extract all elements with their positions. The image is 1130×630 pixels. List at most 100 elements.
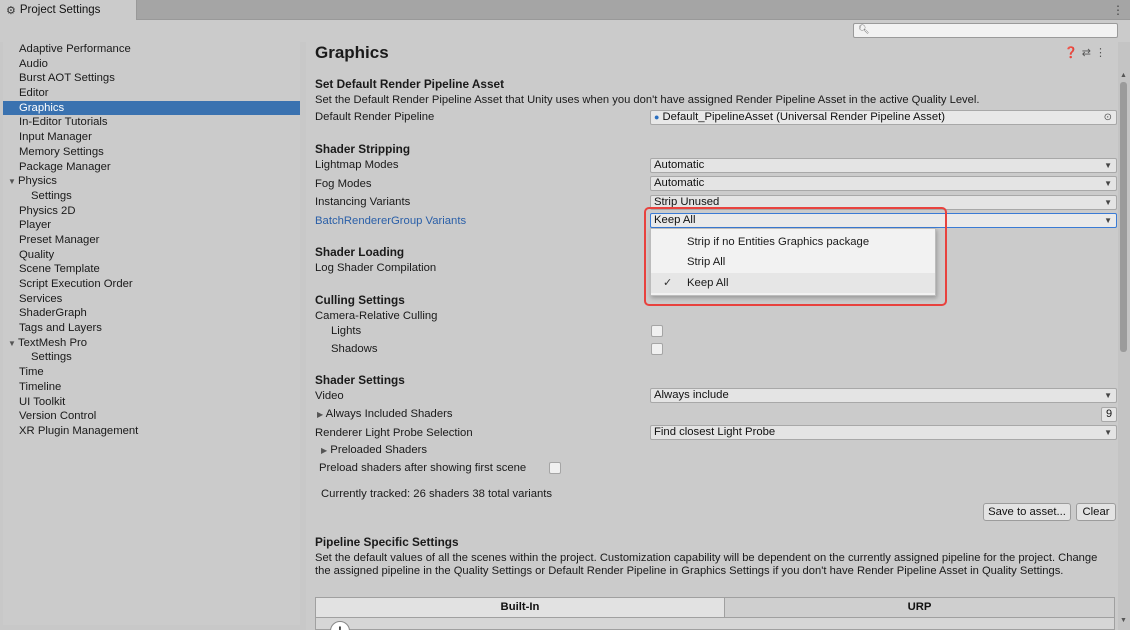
light-probe-dropdown[interactable]: Find closest Light Probe ▼ <box>650 425 1117 440</box>
pipeline-specific-description: Set the default values of all the scenes… <box>315 552 1098 577</box>
sidebar-item[interactable]: Timeline <box>3 380 300 395</box>
sidebar-item[interactable]: UI Toolkit <box>3 395 300 410</box>
chevron-down-icon: ▼ <box>1104 391 1112 400</box>
project-settings-tab[interactable]: ⚙ Project Settings <box>0 0 137 20</box>
sidebar-item[interactable]: Settings <box>3 350 300 365</box>
search-input[interactable]: 🔍︎ <box>853 23 1118 38</box>
tab-urp[interactable]: URP <box>725 598 1114 617</box>
sidebar-item-label: Scene Template <box>19 263 100 276</box>
sidebar-item[interactable]: Quality <box>3 248 300 263</box>
sidebar-item-label: Version Control <box>19 410 97 423</box>
pipeline-specific-heading: Pipeline Specific Settings <box>315 535 459 549</box>
sidebar-item-label: XR Plugin Management <box>19 424 139 437</box>
scroll-up-icon[interactable]: ▲ <box>1120 72 1127 79</box>
pipeline-tab-body: ! <box>315 618 1115 630</box>
preload-after-checkbox[interactable] <box>549 462 561 474</box>
always-included-count[interactable]: 9 <box>1101 407 1117 422</box>
foldout-arrow-icon[interactable]: ▼ <box>8 175 18 190</box>
lights-label: Lights <box>331 325 362 337</box>
sidebar-item-label: Quality <box>19 248 55 261</box>
sidebar-item-label: Graphics <box>19 101 65 114</box>
lightmap-modes-dropdown[interactable]: Automatic ▼ <box>650 158 1117 173</box>
always-included-foldout[interactable]: ▶ Always Included Shaders <box>317 408 453 420</box>
clear-button[interactable]: Clear <box>1076 503 1116 521</box>
sidebar-item-label: Preset Manager <box>19 233 100 246</box>
sidebar-item[interactable]: Input Manager <box>3 130 300 145</box>
fog-modes-dropdown[interactable]: Automatic ▼ <box>650 176 1117 191</box>
sidebar-item[interactable]: Preset Manager <box>3 233 300 248</box>
sidebar-item-label: TextMesh Pro <box>18 336 88 349</box>
light-probe-value: Find closest Light Probe <box>654 426 776 438</box>
render-pipeline-description: Set the Default Render Pipeline Asset th… <box>315 94 980 106</box>
tab-title: Project Settings <box>19 4 101 16</box>
chevron-down-icon: ▼ <box>1104 198 1112 207</box>
sidebar-item[interactable]: Time <box>3 365 300 380</box>
main-scrollbar[interactable]: ▲ ▼ <box>1118 42 1130 630</box>
sidebar-item[interactable]: Burst AOT Settings <box>3 71 300 86</box>
help-icons: ❓⇄⋮ <box>1064 46 1110 59</box>
search-icon: 🔍︎ <box>858 24 870 34</box>
preset-icon[interactable]: ⇄ <box>1082 47 1095 59</box>
always-included-label: Always Included Shaders <box>325 408 453 420</box>
sidebar-item[interactable]: Tags and Layers <box>3 321 300 336</box>
tracked-shaders-text: Currently tracked: 26 shaders 38 total v… <box>321 488 553 500</box>
sidebar-item[interactable]: Scene Template <box>3 262 300 277</box>
sidebar-item-label: Physics 2D <box>19 204 76 217</box>
preload-after-label: Preload shaders after showing first scen… <box>319 462 527 474</box>
sidebar-item[interactable]: In-Editor Tutorials <box>3 115 300 130</box>
sidebar-item[interactable]: Settings <box>3 189 300 204</box>
shader-loading-heading: Shader Loading <box>315 245 405 259</box>
camera-relative-culling-label: Camera-Relative Culling <box>315 310 438 322</box>
sidebar-item-label: Burst AOT Settings <box>19 72 115 85</box>
foldout-arrow-icon[interactable]: ▼ <box>8 337 18 352</box>
default-render-pipeline-field[interactable]: ● Default_PipelineAsset (Universal Render… <box>650 110 1117 125</box>
sidebar-item-label: Services <box>19 292 63 305</box>
default-render-pipeline-label: Default Render Pipeline <box>315 111 435 123</box>
save-to-asset-button[interactable]: Save to asset... <box>983 503 1071 521</box>
sidebar-item-label: In-Editor Tutorials <box>19 116 108 129</box>
shader-stripping-heading: Shader Stripping <box>315 142 411 156</box>
scroll-thumb[interactable] <box>1120 82 1127 352</box>
sidebar-item[interactable]: ShaderGraph <box>3 306 300 321</box>
lights-checkbox[interactable] <box>651 325 663 337</box>
culling-settings-heading: Culling Settings <box>315 293 405 307</box>
sidebar-item[interactable]: Editor <box>3 86 300 101</box>
search-row: 🔍︎ <box>0 20 1130 42</box>
asset-icon: ● <box>654 112 660 122</box>
gear-icon: ⚙ <box>6 4 16 17</box>
foldout-arrow-icon: ▶ <box>321 446 328 455</box>
sidebar-item[interactable]: ▼ TextMesh Pro <box>3 336 300 351</box>
fog-modes-label: Fog Modes <box>315 178 372 190</box>
sidebar-item-label: Adaptive Performance <box>19 43 131 55</box>
sidebar-item[interactable]: Adaptive Performance <box>3 42 300 57</box>
sidebar-item[interactable]: Player <box>3 218 300 233</box>
lightmap-modes-label: Lightmap Modes <box>315 159 399 171</box>
sidebar-item[interactable]: Audio <box>3 57 300 72</box>
shadows-checkbox[interactable] <box>651 343 663 355</box>
sidebar-item[interactable]: ▼ Physics <box>3 174 300 189</box>
brg-variants-label: BatchRendererGroup Variants <box>315 215 467 227</box>
preloaded-shaders-foldout[interactable]: ▶ Preloaded Shaders <box>321 444 427 456</box>
window-menu-icon[interactable]: ⋮ <box>1112 3 1124 17</box>
sidebar-item[interactable]: Script Execution Order <box>3 277 300 292</box>
sidebar-item[interactable]: XR Plugin Management <box>3 424 300 439</box>
more-icon[interactable]: ⋮ <box>1095 47 1110 59</box>
sidebar-item[interactable]: Services <box>3 292 300 307</box>
sidebar-item[interactable]: Physics 2D <box>3 204 300 219</box>
sidebar-item[interactable]: Graphics <box>3 100 300 116</box>
scroll-down-icon[interactable]: ▼ <box>1120 617 1127 624</box>
preloaded-shaders-label: Preloaded Shaders <box>330 444 428 456</box>
sidebar-item[interactable]: Version Control <box>3 409 300 424</box>
sidebar-item[interactable]: Package Manager <box>3 160 300 175</box>
sidebar-item-label: Tags and Layers <box>19 322 102 335</box>
help-icon[interactable]: ❓ <box>1064 47 1082 59</box>
tab-built-in[interactable]: Built-In <box>316 598 725 617</box>
render-pipeline-heading: Set Default Render Pipeline Asset <box>315 77 505 91</box>
sidebar-item[interactable]: Memory Settings <box>3 145 300 160</box>
log-shader-compilation-label: Log Shader Compilation <box>315 262 437 274</box>
sidebar-item-label: Timeline <box>19 380 62 393</box>
object-picker-icon[interactable]: ⊙ <box>1104 111 1112 124</box>
video-dropdown[interactable]: Always include ▼ <box>650 388 1117 403</box>
chevron-down-icon: ▼ <box>1104 161 1112 170</box>
sidebar-item-label: UI Toolkit <box>19 395 66 408</box>
